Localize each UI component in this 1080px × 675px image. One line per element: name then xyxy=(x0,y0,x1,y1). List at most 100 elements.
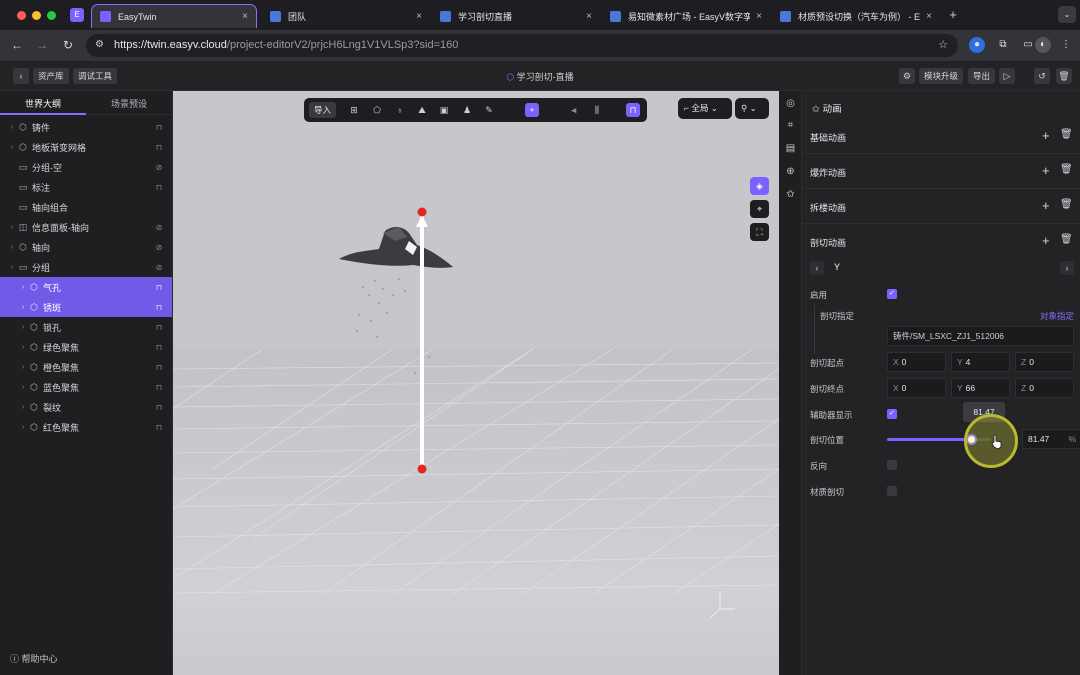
coordinate-scope-dropdown[interactable]: ⌐ 全局 ⌄ xyxy=(678,98,732,119)
material-cut-checkbox[interactable] xyxy=(887,486,897,496)
lock-icon[interactable]: ⊓ xyxy=(154,143,164,152)
browser-menu-icon[interactable]: ⋮ xyxy=(1058,37,1074,53)
eye-off-icon[interactable]: ⊘ xyxy=(154,263,164,272)
eye-off-icon[interactable]: ⊘ xyxy=(154,243,164,252)
split-view-icon[interactable]: ▭ xyxy=(1020,37,1036,53)
grid-apps-icon[interactable]: ⊞ xyxy=(347,103,361,117)
lock-icon[interactable]: ⊓ xyxy=(154,343,164,352)
outline-item[interactable]: › ⬡ 红色聚焦 ⊓ xyxy=(0,417,172,437)
chevron-left-icon[interactable]: ‹ xyxy=(810,261,824,275)
world-icon[interactable]: ⊕ xyxy=(784,165,797,178)
expand-chevron-icon[interactable]: › xyxy=(19,324,27,331)
add-shape-icon[interactable]: ⬠ xyxy=(370,103,384,117)
cut-start-z-input[interactable]: Z0 xyxy=(1015,352,1074,372)
cut-end-x-input[interactable]: X0 xyxy=(887,378,946,398)
delete-icon[interactable]: 🗑 xyxy=(1060,199,1073,210)
lock-icon[interactable]: ⊓ xyxy=(154,423,164,432)
outline-item[interactable]: › ⬡ 锈斑 ⊓ xyxy=(0,297,172,317)
lock-icon[interactable]: ⊓ xyxy=(154,323,164,332)
lock-icon[interactable]: ⊓ xyxy=(154,183,164,192)
expand-chevron-icon[interactable]: › xyxy=(8,224,16,231)
close-tab-icon[interactable]: × xyxy=(586,11,592,22)
expand-chevron-icon[interactable]: › xyxy=(19,384,27,391)
extensions-puzzle-icon[interactable]: ⧉ xyxy=(995,37,1011,53)
cut-end-z-input[interactable]: Z0 xyxy=(1015,378,1074,398)
close-window-button[interactable] xyxy=(17,11,26,20)
snap-dropdown[interactable]: ⚲ ⌄ xyxy=(735,98,769,119)
trash-icon[interactable]: 🗑 xyxy=(1056,68,1072,84)
help-center-link[interactable]: ⓘ 帮助中心 xyxy=(10,652,58,665)
lock-icon[interactable]: ⊓ xyxy=(154,383,164,392)
scene-viewport[interactable]: 导入 ⊞ ⬠ ♁ ⛰ ▣ ♟ ✎ + ⫷ ⫼ ⊓ ⌐ 全局 ⌄ ⚲ ⌄ ◈ ⌖ … xyxy=(173,91,779,675)
enable-checkbox[interactable]: ✓ xyxy=(887,289,897,299)
zoom-window-button[interactable] xyxy=(47,11,56,20)
browser-tab-material-preset[interactable]: 材质预设切换（汽车为例） - E × xyxy=(772,4,940,28)
close-tab-icon[interactable]: × xyxy=(416,11,422,22)
layers-icon[interactable]: ◈ xyxy=(750,177,769,195)
history-icon[interactable]: ↺ xyxy=(1034,68,1050,84)
expand-chevron-icon[interactable]: › xyxy=(8,124,16,131)
profile-avatar[interactable]: ◐ xyxy=(1035,37,1051,53)
browser-tab-team[interactable]: 团队 × xyxy=(262,4,430,28)
pen-icon[interactable]: ✎ xyxy=(482,103,496,117)
tab-search-icon[interactable]: ⌄ xyxy=(1058,6,1076,23)
bookmark-star-icon[interactable]: ☆ xyxy=(938,38,948,51)
reverse-checkbox[interactable] xyxy=(887,460,897,470)
outline-item[interactable]: ▭ 轴向组合 xyxy=(0,197,172,217)
play-icon[interactable]: ▷ xyxy=(999,68,1015,84)
delete-icon[interactable]: 🗑 xyxy=(1060,164,1073,175)
globe-icon[interactable]: ◎ xyxy=(784,97,797,110)
outline-item[interactable]: › ⬡ 锁孔 ⊓ xyxy=(0,317,172,337)
person-icon[interactable]: ♟ xyxy=(460,103,474,117)
expand-chevron-icon[interactable]: › xyxy=(8,264,16,271)
add-animation-icon[interactable]: + xyxy=(1042,163,1050,178)
chevron-right-icon[interactable]: › xyxy=(1060,261,1074,275)
outline-item[interactable]: › ⬡ 气孔 ⊓ xyxy=(0,277,172,297)
outline-item[interactable]: › ⬡ 橙色聚焦 ⊓ xyxy=(0,357,172,377)
cut-start-y-input[interactable]: Y4 xyxy=(951,352,1010,372)
export-button[interactable]: 导出 xyxy=(968,68,996,84)
expand-chevron-icon[interactable]: › xyxy=(19,424,27,431)
site-settings-icon[interactable]: ⚙ xyxy=(95,39,104,50)
expand-chevron-icon[interactable]: › xyxy=(8,244,16,251)
expand-chevron-icon[interactable]: › xyxy=(19,284,27,291)
animation-star-icon[interactable]: ✩ xyxy=(784,188,797,201)
camera-icon[interactable]: ▣ xyxy=(437,103,451,117)
cut-target-value[interactable]: 铸件/SM_LSXC_ZJ1_512006 xyxy=(887,326,1074,346)
outline-item[interactable]: ▭ 分组-空 ⊘ xyxy=(0,157,172,177)
focus-icon[interactable]: ⌖ xyxy=(750,200,769,218)
light-bulb-icon[interactable]: ♁ xyxy=(393,103,407,117)
browser-tab-easytwin[interactable]: EasyTwin × xyxy=(91,4,257,28)
target-frame-icon[interactable]: ⌗ xyxy=(784,119,797,132)
outline-item[interactable]: › ⬡ 铸件 ⊓ xyxy=(0,117,172,137)
outline-item[interactable]: › ⬡ 绿色聚焦 ⊓ xyxy=(0,337,172,357)
outline-item[interactable]: › ⬡ 蓝色聚焦 ⊓ xyxy=(0,377,172,397)
extension-icon[interactable]: ● xyxy=(969,37,985,53)
delete-icon[interactable]: 🗑 xyxy=(1060,129,1073,140)
tab-scene-presets[interactable]: 场景预设 xyxy=(86,97,172,110)
browser-tab-cut-live[interactable]: 学习剖切直播 × xyxy=(432,4,600,28)
close-tab-icon[interactable]: × xyxy=(242,11,248,22)
fullscreen-icon[interactable]: ⛶ xyxy=(750,223,769,241)
lock-icon[interactable]: ⊓ xyxy=(154,123,164,132)
add-animation-icon[interactable]: + xyxy=(1042,233,1050,248)
lock-icon[interactable]: ⊓ xyxy=(154,363,164,372)
outline-item[interactable]: › ⬡ 轴向 ⊘ xyxy=(0,237,172,257)
lock-icon[interactable]: ⊓ xyxy=(154,303,164,312)
cut-start-x-input[interactable]: X0 xyxy=(887,352,946,372)
eye-off-icon[interactable]: ⊘ xyxy=(154,223,164,232)
minimize-window-button[interactable] xyxy=(32,11,41,20)
address-bar[interactable]: ⚙ https://twin.easyv.cloud/project-edito… xyxy=(86,34,958,57)
new-tab-button[interactable]: + xyxy=(946,7,960,22)
lock-icon[interactable]: ⊓ xyxy=(154,283,164,292)
helper-display-checkbox[interactable]: ✓ xyxy=(887,409,897,419)
lock-icon[interactable]: ⊓ xyxy=(154,403,164,412)
expand-chevron-icon[interactable]: › xyxy=(19,344,27,351)
cut-position-input[interactable]: 81.47 % xyxy=(1022,429,1080,449)
app-icon[interactable]: E xyxy=(70,8,84,22)
delete-icon[interactable]: 🗑 xyxy=(1060,234,1073,245)
close-tab-icon[interactable]: × xyxy=(756,11,762,22)
expand-chevron-icon[interactable]: › xyxy=(19,304,27,311)
outline-item[interactable]: › ◫ 信息面板-轴向 ⊘ xyxy=(0,217,172,237)
expand-chevron-icon[interactable]: › xyxy=(19,364,27,371)
